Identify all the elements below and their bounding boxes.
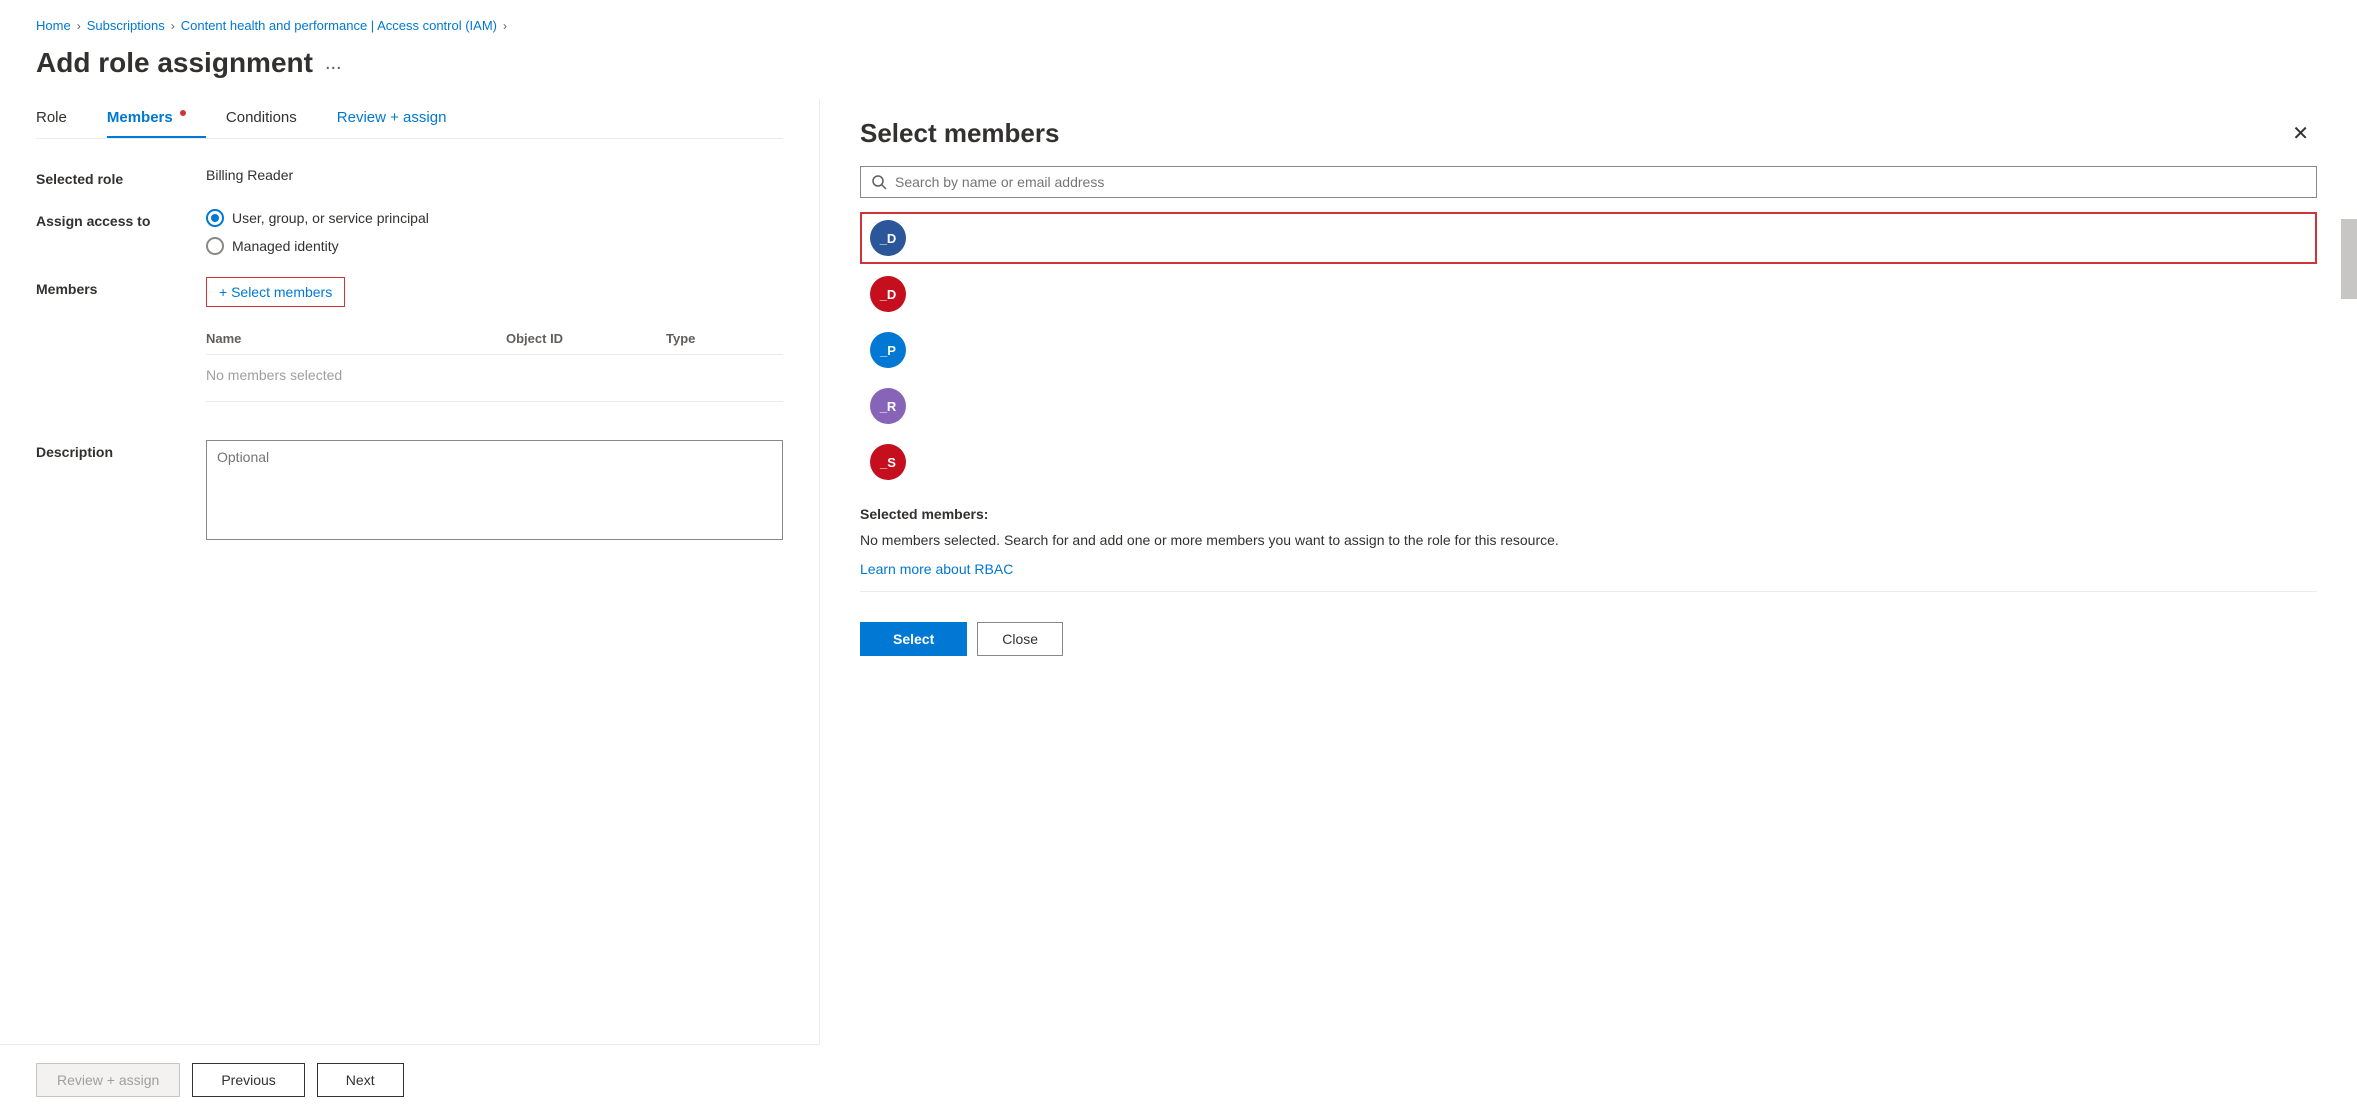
selected-role-row: Selected role Billing Reader: [36, 167, 783, 187]
scrollbar[interactable]: [2341, 219, 2357, 299]
tab-conditions[interactable]: Conditions: [226, 99, 317, 138]
select-members-button[interactable]: + Select members: [206, 277, 345, 307]
members-table: Name Object ID Type No members selected: [206, 323, 783, 402]
bottom-bar: Review + assign Previous Next: [0, 1044, 820, 1115]
description-row: Description: [36, 440, 783, 543]
page-title: Add role assignment: [36, 47, 313, 79]
tab-members[interactable]: Members: [107, 99, 206, 138]
radio-managed-label: Managed identity: [232, 238, 339, 254]
description-content: [206, 440, 783, 543]
close-button[interactable]: Close: [977, 622, 1063, 656]
tab-role[interactable]: Role: [36, 99, 87, 138]
radio-managed-circle: [206, 237, 224, 255]
tab-role-label: Role: [36, 109, 67, 126]
avatar-row-4[interactable]: _S: [860, 436, 2317, 488]
description-textarea[interactable]: [206, 440, 783, 540]
breadcrumb-iam[interactable]: Content health and performance | Access …: [181, 18, 497, 33]
description-label: Description: [36, 440, 206, 460]
radio-managed[interactable]: Managed identity: [206, 237, 783, 255]
panel-title: Select members: [860, 118, 1059, 149]
breadcrumb-sep-1: ›: [77, 19, 81, 33]
breadcrumb-subscriptions[interactable]: Subscriptions: [87, 18, 165, 33]
right-bottom-btns: Select Close: [860, 622, 2317, 656]
selected-role-value: Billing Reader: [206, 167, 783, 183]
search-icon: [871, 174, 887, 190]
members-dot: [180, 110, 186, 116]
tabs: Role Members Conditions Review + assign: [36, 99, 783, 139]
table-empty-message: No members selected: [206, 355, 783, 395]
learn-more-link[interactable]: Learn more about RBAC: [860, 561, 1013, 577]
avatar-row-1[interactable]: _D: [860, 268, 2317, 320]
main-layout: Role Members Conditions Review + assign …: [0, 99, 2357, 1084]
right-panel-divider: [860, 591, 2317, 592]
previous-button[interactable]: Previous: [192, 1063, 304, 1097]
avatar-initials-4: _S: [880, 455, 896, 470]
avatar-1: _D: [870, 276, 906, 312]
avatar-initials-2: _P: [880, 343, 896, 358]
avatar-0: _D: [870, 220, 906, 256]
breadcrumb: Home › Subscriptions › Content health an…: [0, 0, 2357, 43]
avatar-2: _P: [870, 332, 906, 368]
selected-members-label: Selected members:: [860, 506, 2317, 522]
members-label: Members: [36, 277, 206, 297]
left-panel: Role Members Conditions Review + assign …: [0, 99, 820, 1084]
selected-members-section: Selected members: No members selected. S…: [860, 506, 2317, 577]
assign-access-label: Assign access to: [36, 209, 206, 229]
members-content: + Select members Name Object ID Type No …: [206, 277, 783, 418]
page-ellipsis-menu[interactable]: ...: [325, 52, 342, 75]
col-header-type: Type: [666, 331, 766, 346]
radio-group: User, group, or service principal Manage…: [206, 209, 783, 255]
avatar-initials-1: _D: [880, 287, 897, 302]
close-panel-button[interactable]: ✕: [2284, 117, 2317, 150]
col-header-objectid: Object ID: [506, 331, 666, 346]
breadcrumb-sep-2: ›: [171, 19, 175, 33]
avatar-list: _D _D _P _R _S: [860, 212, 2317, 488]
members-row: Members + Select members Name Object ID …: [36, 277, 783, 418]
avatar-initials-3: _R: [880, 399, 897, 414]
assign-access-row: Assign access to User, group, or service…: [36, 209, 783, 255]
review-assign-button: Review + assign: [36, 1063, 180, 1097]
breadcrumb-sep-3: ›: [503, 19, 507, 33]
tab-review[interactable]: Review + assign: [337, 99, 467, 138]
search-input[interactable]: [895, 174, 2306, 190]
avatar-row-0[interactable]: _D: [860, 212, 2317, 264]
page-title-row: Add role assignment ...: [0, 43, 2357, 99]
table-header: Name Object ID Type: [206, 323, 783, 355]
assign-access-options: User, group, or service principal Manage…: [206, 209, 783, 255]
table-divider: [206, 401, 783, 402]
avatar-row-2[interactable]: _P: [860, 324, 2317, 376]
right-panel: Select members ✕ _D _D: [820, 99, 2357, 1084]
selected-role-label: Selected role: [36, 167, 206, 187]
tab-review-label: Review + assign: [337, 109, 447, 126]
tab-members-label: Members: [107, 109, 173, 126]
avatar-4: _S: [870, 444, 906, 480]
tab-conditions-label: Conditions: [226, 109, 297, 126]
breadcrumb-home[interactable]: Home: [36, 18, 71, 33]
no-members-text: No members selected. Search for and add …: [860, 530, 2317, 551]
search-box: [860, 166, 2317, 198]
select-button[interactable]: Select: [860, 622, 967, 656]
col-header-name: Name: [206, 331, 506, 346]
radio-user[interactable]: User, group, or service principal: [206, 209, 783, 227]
avatar-initials-0: _D: [880, 231, 897, 246]
avatar-3: _R: [870, 388, 906, 424]
radio-user-label: User, group, or service principal: [232, 210, 429, 226]
panel-title-row: Select members ✕: [860, 99, 2317, 166]
next-button[interactable]: Next: [317, 1063, 404, 1097]
radio-user-circle: [206, 209, 224, 227]
avatar-row-3[interactable]: _R: [860, 380, 2317, 432]
